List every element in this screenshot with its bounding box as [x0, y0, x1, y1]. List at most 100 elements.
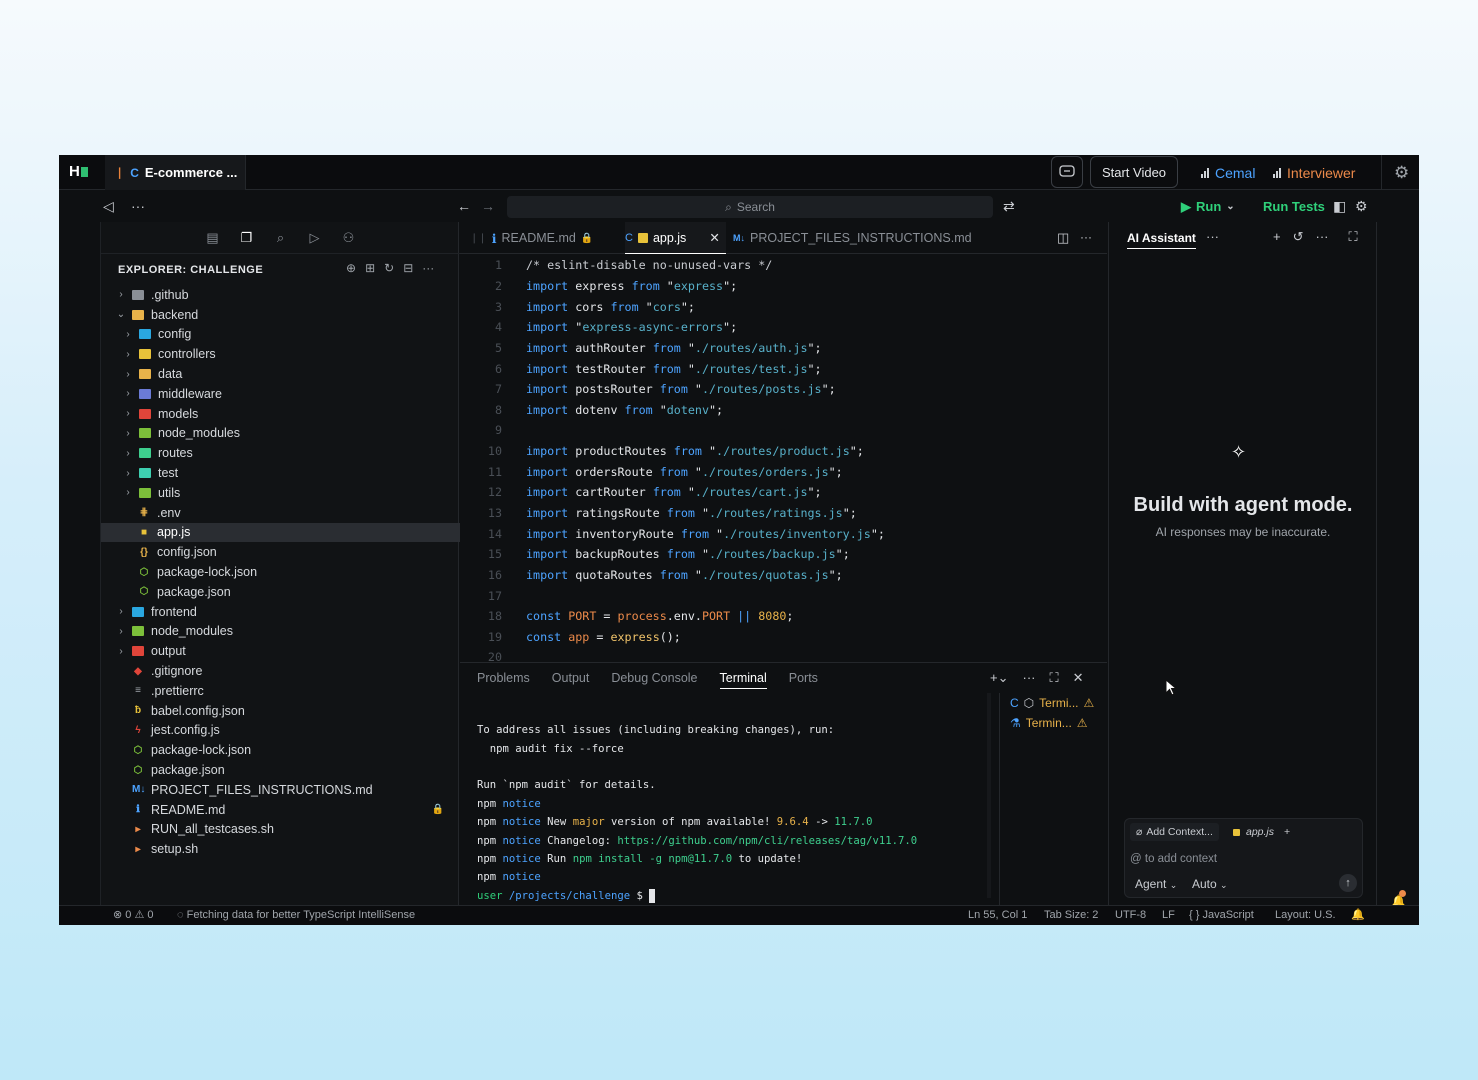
language-mode[interactable]: { } JavaScript — [1189, 906, 1254, 925]
new-folder-icon[interactable]: ⊞ — [365, 261, 375, 275]
tree-folder[interactable]: › routes — [101, 443, 460, 463]
back-arrow-icon[interactable]: ← — [457, 191, 471, 222]
more-icon[interactable]: ··· — [1022, 670, 1035, 686]
tree-folder[interactable]: › middleware — [101, 384, 460, 404]
maximize-icon[interactable]: ⛶ — [1049, 670, 1058, 686]
new-chat-icon[interactable]: + — [1273, 229, 1281, 245]
terminal-item[interactable]: ⚗ Termin... ⚠ — [1000, 713, 1107, 733]
refresh-icon[interactable]: ↻ — [384, 261, 394, 275]
tab-readme[interactable]: ❘❘ ℹ README.md 🔒 — [470, 222, 593, 254]
toggle-sidebar-icon[interactable]: ◁ — [103, 191, 114, 222]
tree-folder[interactable]: › controllers — [101, 344, 460, 364]
chevron-right-icon[interactable]: › — [116, 626, 126, 637]
tab-size[interactable]: Tab Size: 2 — [1044, 906, 1098, 925]
sync-icon[interactable]: ⇄ — [1003, 191, 1015, 222]
tree-file[interactable]: M↓ PROJECT_FILES_INSTRUCTIONS.md — [101, 780, 460, 800]
code-area[interactable]: 1 /* eslint-disable no-unused-vars */ 2 imp… — [460, 255, 1107, 662]
keyboard-layout[interactable]: Layout: U.S. — [1275, 906, 1336, 925]
tree-file[interactable]: ⬡ package-lock.json — [101, 740, 460, 760]
more-icon[interactable]: ··· — [1080, 230, 1092, 244]
terminal-output[interactable]: To address all issues (including breakin… — [477, 721, 987, 905]
collapse-icon[interactable]: ⊟ — [403, 261, 413, 275]
tree-file[interactable]: ƀ babel.config.json — [101, 701, 460, 721]
start-video-button[interactable]: Start Video — [1090, 156, 1178, 188]
tree-folder[interactable]: › .github — [101, 285, 460, 305]
tab-terminal[interactable]: Terminal — [719, 671, 767, 689]
forward-arrow-icon[interactable]: → — [481, 191, 495, 222]
tab-ports[interactable]: Ports — [789, 671, 818, 689]
context-file-chip[interactable]: app.js + — [1227, 823, 1296, 841]
tree-file[interactable]: ≡ .prettierrc — [101, 681, 460, 701]
send-button[interactable]: ↑ — [1339, 874, 1357, 892]
extensions-icon[interactable]: ⚇ — [340, 229, 358, 247]
chevron-right-icon[interactable]: › — [116, 606, 126, 617]
tree-folder[interactable]: › node_modules — [101, 622, 460, 642]
ai-assistant-tab[interactable]: AI Assistant — [1127, 231, 1196, 249]
problems-counter[interactable]: ⊗ 0 ⚠ 0 — [113, 906, 154, 925]
tree-file[interactable]: {} config.json — [101, 542, 460, 562]
tab-project-files[interactable]: M↓ PROJECT_FILES_INSTRUCTIONS.md — [733, 222, 972, 254]
tree-folder[interactable]: › utils — [101, 483, 460, 503]
chevron-right-icon[interactable]: › — [123, 487, 133, 498]
tree-file[interactable]: ▸ setup.sh — [101, 839, 460, 859]
terminal-item[interactable]: C ⬡ Termi... ⚠ — [1000, 693, 1107, 713]
agent-mode-select[interactable]: Agent ⌄ — [1135, 877, 1177, 891]
chevron-right-icon[interactable]: › — [116, 289, 126, 300]
new-file-icon[interactable]: ⊕ — [346, 261, 356, 275]
eol[interactable]: LF — [1162, 906, 1175, 925]
tab-app-js[interactable]: C app.js ✕ — [625, 222, 726, 254]
ai-input-placeholder[interactable]: @ to add context — [1130, 853, 1217, 865]
tree-file[interactable]: ◆ .gitignore — [101, 661, 460, 681]
tree-folder[interactable]: › frontend — [101, 602, 460, 622]
bell-icon[interactable]: 🔔 — [1351, 906, 1365, 925]
tree-file[interactable]: ■ app.js — [101, 522, 460, 543]
run-tests-button[interactable]: Run Tests — [1263, 191, 1325, 222]
close-icon[interactable]: ✕ — [1073, 670, 1084, 686]
tree-folder[interactable]: › test — [101, 463, 460, 483]
history-icon[interactable]: ↺ — [1293, 229, 1304, 245]
model-select[interactable]: Auto ⌄ — [1192, 877, 1228, 891]
tree-file[interactable]: ⬡ package.json — [101, 760, 460, 780]
tree-folder[interactable]: › data — [101, 364, 460, 384]
settings-gear-icon[interactable]: ⚙ — [1394, 163, 1409, 183]
tree-file[interactable]: ϟ jest.config.js — [101, 721, 460, 741]
expand-icon[interactable]: ⛶ — [1349, 229, 1358, 245]
tab-problems[interactable]: Problems — [477, 671, 530, 689]
ai-input-box[interactable]: ⌀ Add Context... app.js + @ to add conte… — [1124, 818, 1363, 898]
debug-icon[interactable]: ▷ — [306, 229, 324, 247]
tree-folder[interactable]: ⌄ backend — [101, 305, 460, 325]
files-icon[interactable]: ❐ — [238, 229, 256, 247]
more-icon[interactable]: ··· — [1316, 229, 1329, 245]
chevron-right-icon[interactable]: › — [123, 468, 133, 479]
more-icon[interactable]: ··· — [422, 261, 434, 275]
terminal-scrollbar[interactable] — [987, 693, 991, 898]
split-editor-icon[interactable]: ◫ — [1057, 230, 1069, 246]
add-context-button[interactable]: ⌀ Add Context... — [1130, 823, 1219, 841]
chevron-right-icon[interactable]: › — [123, 388, 133, 399]
chevron-right-icon[interactable]: › — [116, 646, 126, 657]
user-cemal[interactable]: Cemal — [1201, 155, 1255, 190]
chevron-right-icon[interactable]: › — [123, 428, 133, 439]
search-input[interactable]: ⌕ Search — [507, 196, 993, 218]
tree-folder[interactable]: › node_modules — [101, 424, 460, 444]
chevron-right-icon[interactable]: › — [123, 349, 133, 360]
chevron-right-icon[interactable]: › — [123, 329, 133, 340]
encoding[interactable]: UTF-8 — [1115, 906, 1146, 925]
chevron-right-icon[interactable]: › — [123, 448, 133, 459]
tree-file[interactable]: ⬡ package.json — [101, 582, 460, 602]
tab-output[interactable]: Output — [552, 671, 590, 689]
panel-toggle-icon[interactable]: ◧ — [1333, 191, 1346, 222]
run-button[interactable]: ▶ Run ⌄ — [1181, 191, 1235, 222]
cursor-position[interactable]: Ln 55, Col 1 — [968, 906, 1027, 925]
search-icon[interactable]: ⌕ — [272, 229, 290, 247]
tree-file[interactable]: ▸ RUN_all_testcases.sh — [101, 820, 460, 840]
project-tab[interactable]: ❘ C E-commerce ... — [105, 155, 246, 190]
add-icon[interactable]: + — [1284, 826, 1290, 838]
pages-icon[interactable]: ▤ — [204, 229, 222, 247]
tree-file[interactable]: ⋕ .env — [101, 503, 460, 523]
chevron-down-icon[interactable]: ⌄ — [116, 309, 126, 320]
tree-file[interactable]: ⬡ package-lock.json — [101, 562, 460, 582]
user-interviewer[interactable]: Interviewer — [1273, 155, 1355, 190]
tree-folder[interactable]: › output — [101, 641, 460, 661]
add-terminal-icon[interactable]: +⌄ — [990, 670, 1008, 686]
